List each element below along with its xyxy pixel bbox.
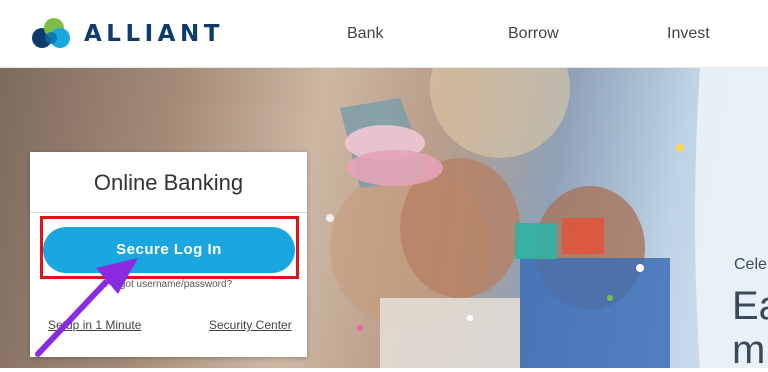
card-title: Online Banking [93, 170, 244, 195]
forgot-credentials-link[interactable]: Forgot username/password? [30, 279, 307, 290]
online-banking-card: Online Banking Secure Log In Forgot user… [30, 152, 307, 357]
card-divider [30, 212, 307, 213]
logo-circles-icon [32, 18, 70, 48]
site-header: ALLIANT Bank Borrow Invest [0, 0, 768, 68]
nav-item-invest[interactable]: Invest [667, 25, 710, 43]
brand-name: ALLIANT [84, 21, 224, 47]
nav-item-bank[interactable]: Bank [347, 25, 383, 43]
alliant-logo[interactable]: ALLIANT [30, 16, 224, 52]
setup-link[interactable]: Setup in 1 Minute [48, 318, 141, 332]
hero-title-line1: Ea [732, 284, 768, 328]
security-center-link[interactable]: Security Center [209, 318, 292, 332]
hero-title-line2: m [732, 328, 766, 372]
nav-item-borrow[interactable]: Borrow [508, 25, 559, 43]
hero-title: Ea m [732, 284, 768, 372]
secure-login-button[interactable]: Secure Log In [43, 227, 295, 273]
hero-subtitle: Cele [734, 256, 767, 273]
